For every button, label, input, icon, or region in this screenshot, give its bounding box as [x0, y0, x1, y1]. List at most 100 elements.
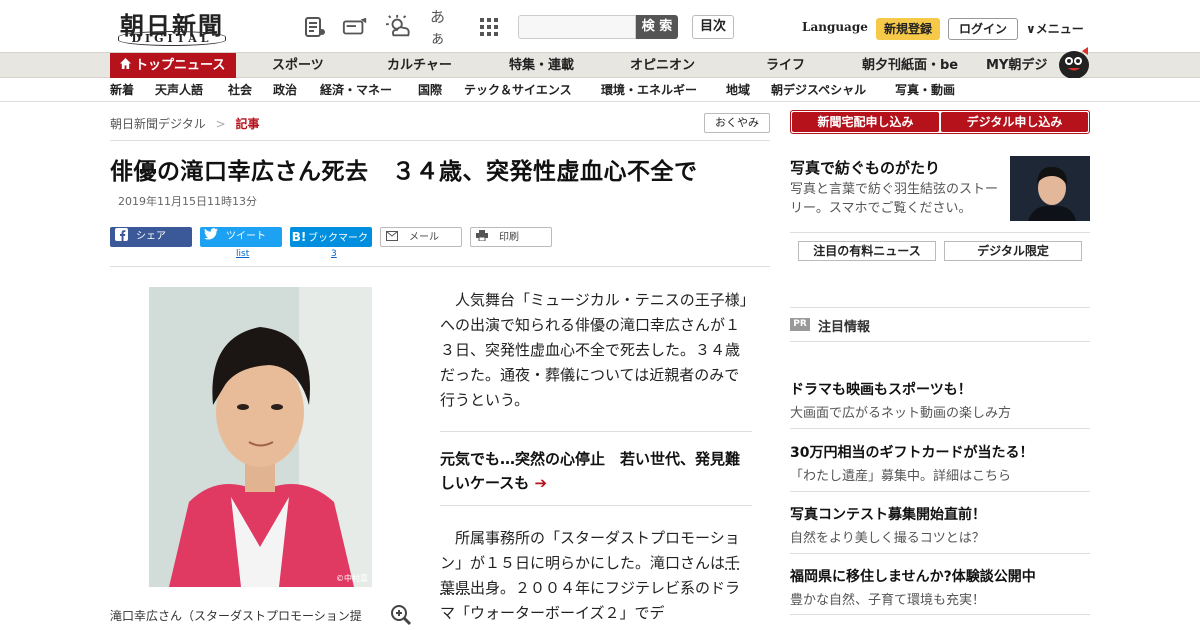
snav-item-environment[interactable]: 環境・エネルギー — [601, 78, 697, 102]
zoom-icon[interactable] — [390, 604, 412, 626]
divider — [790, 341, 1090, 342]
snav-item-tenseijingo[interactable]: 天声人語 — [155, 78, 203, 102]
twitter-icon — [200, 227, 222, 247]
video-icon[interactable] — [342, 14, 368, 40]
divider — [110, 140, 770, 141]
divider — [790, 491, 1090, 492]
divider — [790, 553, 1090, 554]
text-size-icon[interactable]: あぁ — [430, 8, 456, 47]
pr-item-subtitle[interactable]: 「わたし遺産」募集中。詳細はこちら — [790, 465, 1011, 484]
pr-item-title[interactable]: 30万円相当のギフトカードが当たる！ — [790, 442, 1033, 462]
mail-share-label: メール — [409, 232, 439, 243]
related-article-title: 元気でも…突然の心停止 若い世代、発見難しいケースも — [440, 450, 741, 492]
okuyami-link[interactable]: おくやみ — [704, 113, 770, 133]
article-paragraph-2: 所属事務所の「スターダストプロモーション」が１５日に明らかにした。滝口さんは千葉… — [440, 526, 752, 626]
home-icon — [120, 53, 131, 79]
gnav-item-life[interactable]: ライフ — [766, 53, 805, 79]
subscribe-buttons: 新聞宅配申し込み デジタル申し込み — [790, 110, 1090, 134]
newspaper-icon[interactable] — [302, 14, 328, 40]
grid-menu-icon[interactable] — [476, 14, 502, 40]
sub-nav: 新着 天声人語 社会 政治 経済・マネー 国際 テック＆サイエンス 環境・エネル… — [0, 78, 1200, 102]
tab-digital-only[interactable]: デジタル限定 — [944, 241, 1082, 261]
gnav-top-label: トップニュース — [135, 58, 226, 73]
mail-icon — [381, 228, 403, 248]
hatena-icon: B! — [291, 230, 307, 244]
home-delivery-button[interactable]: 新聞宅配申し込み — [792, 112, 939, 132]
snav-item-photo[interactable]: 写真・動画 — [895, 78, 955, 102]
hatena-bookmark-button[interactable]: B! ブックマーク — [290, 227, 372, 247]
mail-share-button[interactable]: メール — [380, 227, 462, 247]
twitter-list-link[interactable]: list — [236, 249, 249, 259]
pr-item-title[interactable]: 写真コンテスト募集開始直前！ — [790, 504, 986, 524]
feature-title[interactable]: 写真で紡ぐものがたり — [790, 157, 940, 178]
gnav-item-culture[interactable]: カルチャー — [387, 53, 452, 79]
divider — [440, 431, 752, 432]
gnav-item-features[interactable]: 特集・連載 — [509, 53, 574, 79]
twitter-share-label: ツイート — [226, 231, 266, 242]
site-logo-sub[interactable]: DIGITAL — [118, 31, 226, 46]
article-photo[interactable]: ©中村嘉 — [149, 287, 372, 587]
snav-item-politics[interactable]: 政治 — [273, 78, 297, 102]
gnav-item-sports[interactable]: スポーツ — [272, 53, 324, 79]
breadcrumb: 朝日新聞デジタル > 記事 — [110, 115, 260, 132]
article-date: 2019年11月15日11時13分 — [118, 195, 257, 208]
divider — [790, 307, 1090, 308]
print-button[interactable]: 印刷 — [470, 227, 552, 247]
paragraph-2-part-a: 所属事務所の「スターダストプロモーション」が１５日に明らかにした。滝口さんは — [440, 529, 740, 572]
print-label: 印刷 — [499, 232, 519, 243]
gnav-item-paper[interactable]: 朝夕刊紙面・be — [862, 53, 958, 79]
snav-item-tech[interactable]: テック＆サイエンス — [464, 78, 572, 102]
search-button[interactable]: 検 索 — [636, 15, 678, 39]
pr-section-title: 注目情報 — [818, 320, 871, 335]
pr-badge: PR — [790, 318, 810, 331]
facebook-icon — [110, 227, 132, 247]
related-article-link[interactable]: 元気でも…突然の心停止 若い世代、発見難しいケースも ➔ — [440, 447, 752, 495]
snav-item-economy[interactable]: 経済・マネー — [320, 78, 392, 102]
gnav-item-opinion[interactable]: オピニオン — [630, 53, 695, 79]
facebook-share-label: シェア — [136, 231, 166, 242]
breadcrumb-home[interactable]: 朝日新聞デジタル — [110, 117, 206, 131]
site-header: 朝日新聞 DIGITAL あぁ 検 索 目次 Language 新規登録 ログイ… — [0, 0, 1200, 52]
feature-text: 写真と言葉で紡ぐ羽生結弦のストーリー。スマホでご覧ください。 — [790, 182, 999, 216]
divider — [440, 505, 752, 506]
pr-item-subtitle[interactable]: 豊かな自然、子育て環境も充実！ — [790, 589, 985, 608]
pr-item-subtitle[interactable]: 自然をより美しく撮るコツとは？ — [790, 527, 985, 546]
login-button[interactable]: ログイン — [948, 18, 1018, 40]
breadcrumb-current: 記事 — [235, 117, 260, 131]
snav-item-society[interactable]: 社会 — [228, 78, 252, 102]
divider — [790, 614, 1090, 615]
snav-item-latest[interactable]: 新着 — [110, 78, 134, 102]
register-button[interactable]: 新規登録 — [876, 18, 940, 40]
snav-item-international[interactable]: 国際 — [418, 78, 442, 102]
facebook-share-button[interactable]: シェア — [110, 227, 192, 247]
article-paragraph-1: 人気舞台「ミュージカル・テニスの王子様」への出演で知られる俳優の滝口幸広さんが１… — [440, 291, 748, 409]
snav-item-region[interactable]: 地域 — [726, 78, 750, 102]
language-link[interactable]: Language — [802, 20, 868, 34]
gnav-item-my[interactable]: MY朝デジ — [986, 53, 1047, 79]
gnav-top-news[interactable]: トップニュース — [110, 53, 236, 79]
photo-caption: 滝口幸広さん（スターダストプロモーション提 — [110, 609, 362, 623]
tab-paid-news[interactable]: 注目の有料ニュース — [798, 241, 936, 261]
breadcrumb-sep: > — [215, 117, 226, 131]
global-nav: トップニュース スポーツ カルチャー 特集・連載 オピニオン ライフ 朝夕刊紙面… — [0, 47, 1200, 79]
hatena-bookmark-label: ブックマーク — [308, 233, 368, 244]
menu-button[interactable]: ∨メニュー — [1026, 20, 1084, 37]
twitter-share-button[interactable]: ツイート — [200, 227, 282, 247]
hatena-count[interactable]: 3 — [331, 249, 337, 259]
pr-item-subtitle[interactable]: 大画面で広がるネット動画の楽しみ方 — [790, 402, 1011, 421]
contents-button[interactable]: 目次 — [692, 15, 734, 39]
search-input[interactable] — [518, 15, 636, 39]
snav-item-special[interactable]: 朝デジスペシャル — [771, 78, 866, 102]
printer-icon — [471, 228, 493, 248]
pr-item-title[interactable]: 福岡県に移住しませんか?体験談公開中 — [790, 566, 1036, 586]
photo-credit: ©中村嘉 — [336, 574, 368, 583]
weather-icon[interactable] — [386, 14, 412, 40]
article-headline: 俳優の滝口幸広さん死去 ３４歳、突発性虚血心不全で — [110, 159, 698, 185]
pr-item-title[interactable]: ドラマも映画もスポーツも！ — [790, 379, 972, 399]
arrow-right-icon: ➔ — [534, 474, 548, 492]
feature-image[interactable] — [1010, 156, 1090, 221]
divider — [110, 266, 770, 267]
divider — [790, 232, 1090, 233]
paragraph-2-part-b: 出身。２００４年にフジテレビ系のドラマ「ウォーターボーイズ２」でデ — [440, 579, 741, 622]
digital-subscribe-button[interactable]: デジタル申し込み — [941, 112, 1088, 132]
